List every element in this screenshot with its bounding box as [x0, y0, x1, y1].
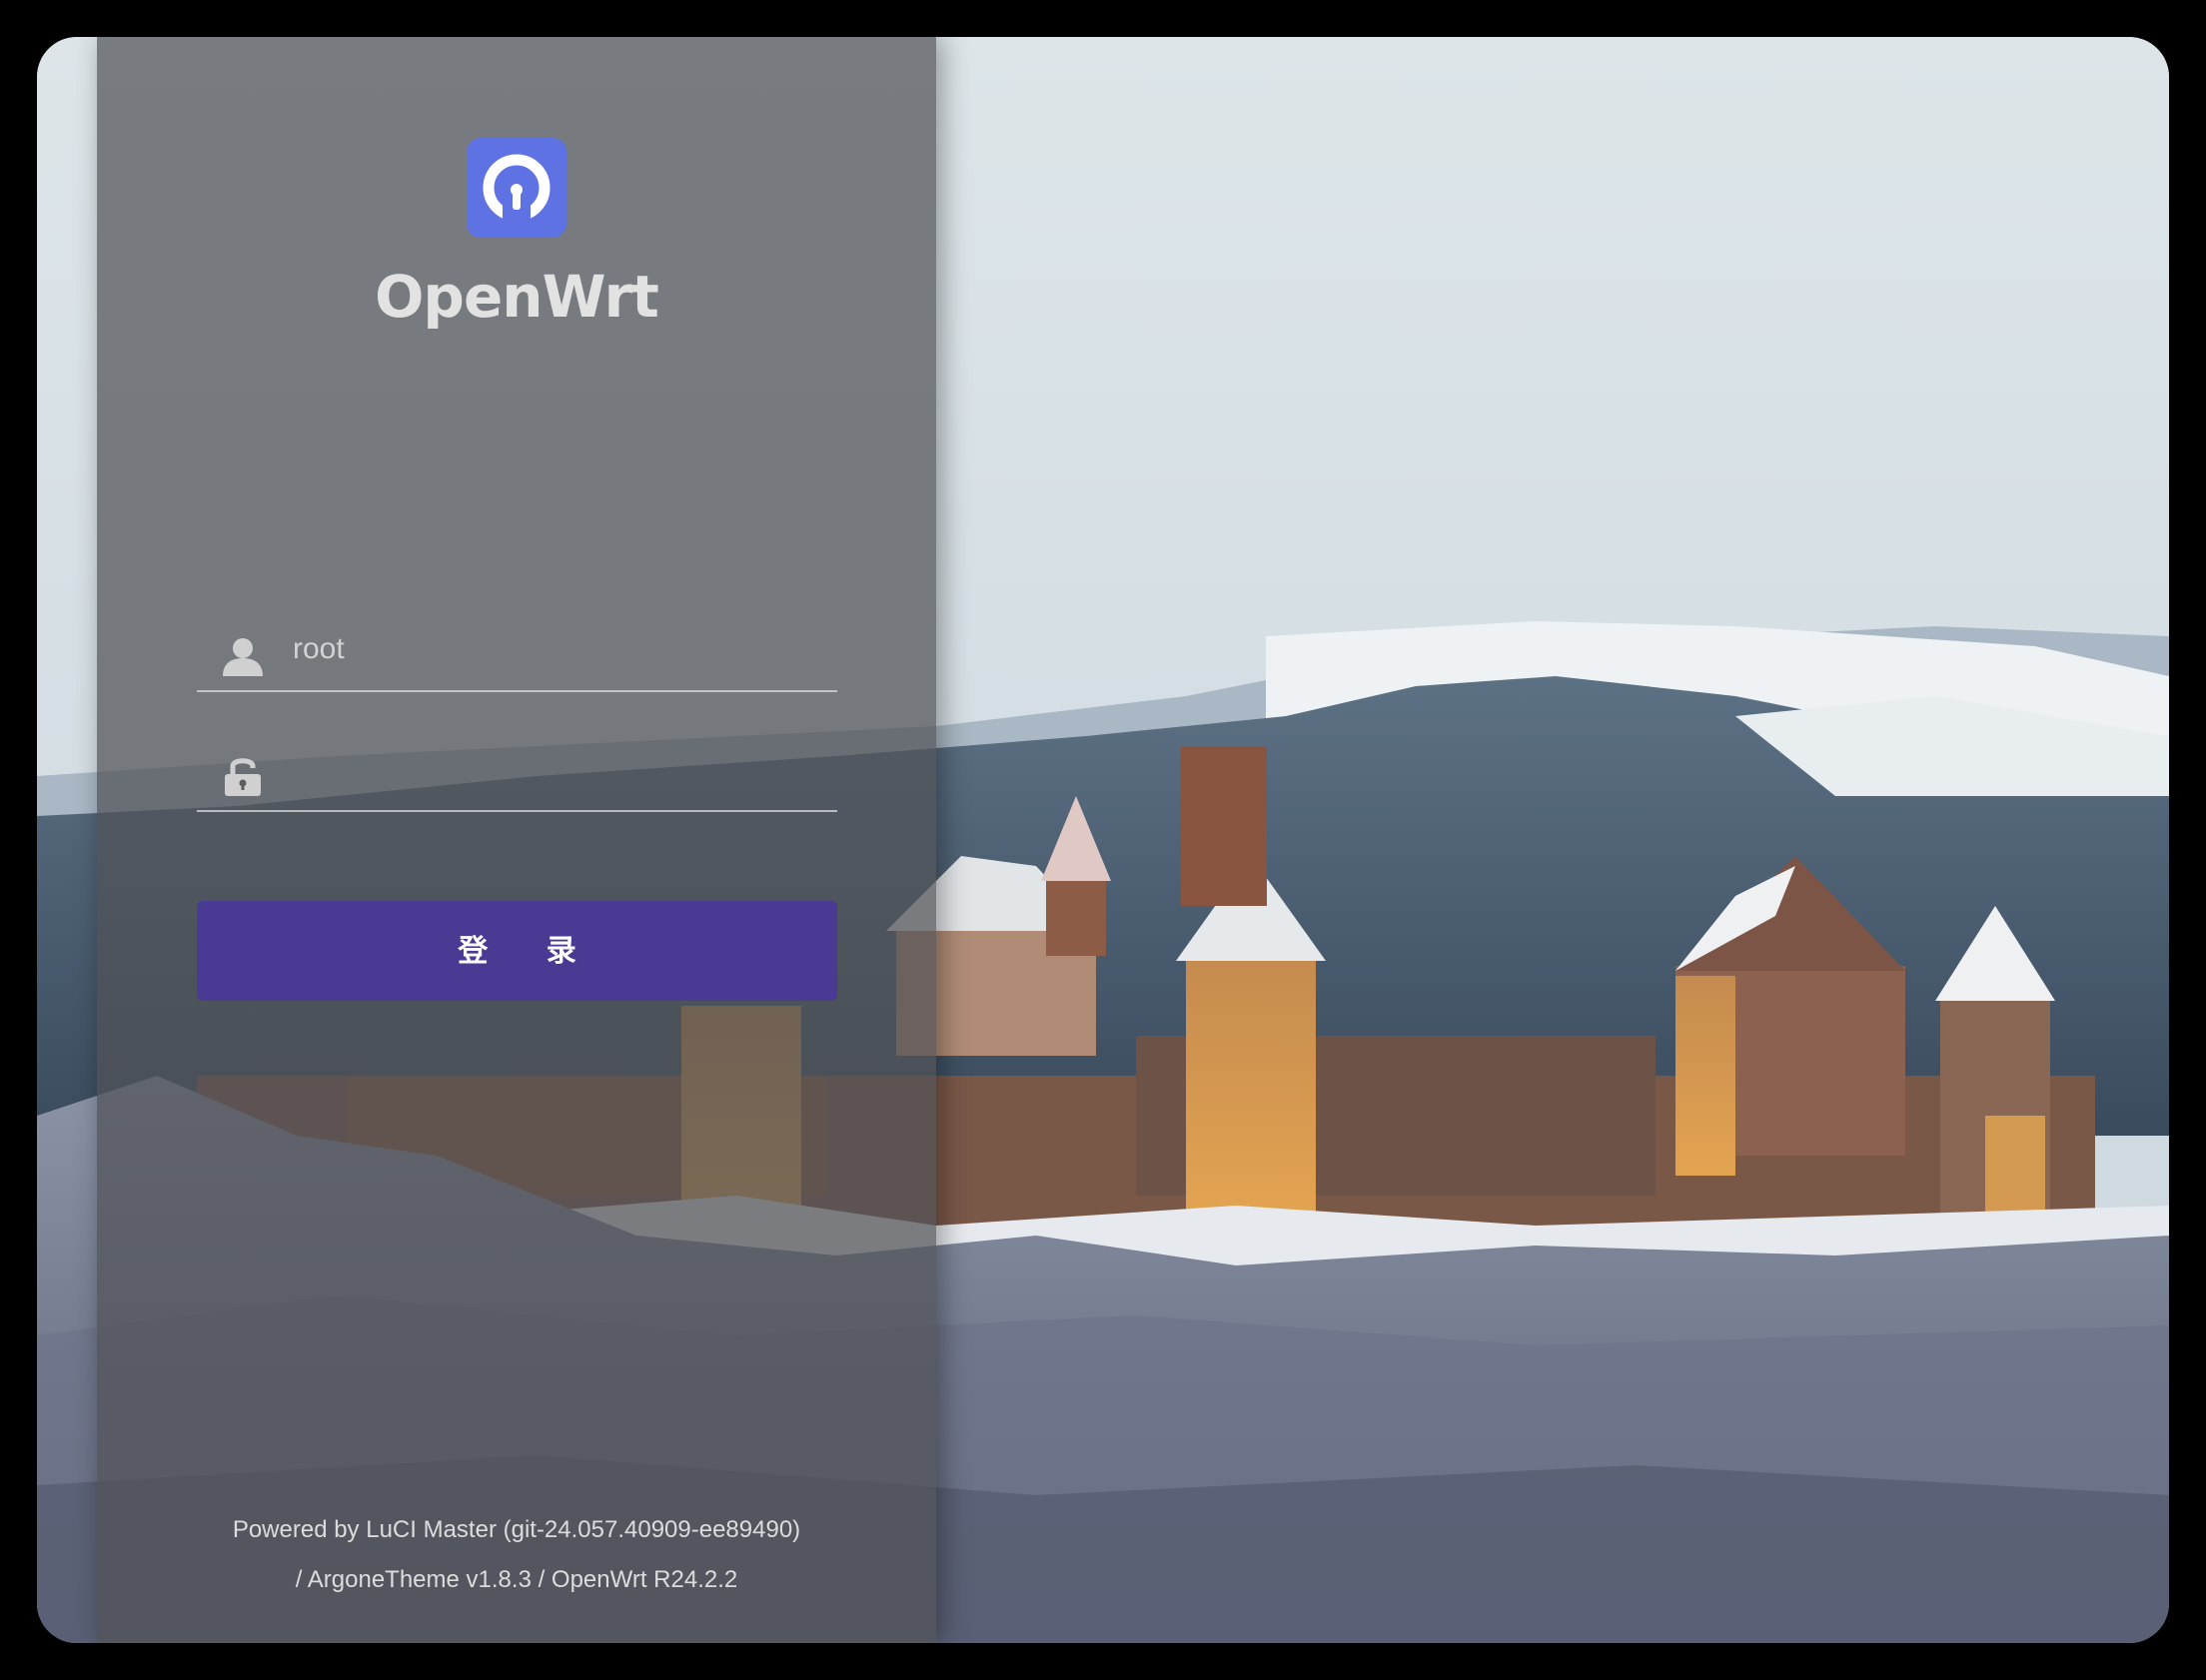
- lock-icon: [221, 754, 265, 798]
- password-input[interactable]: [293, 748, 816, 802]
- username-value[interactable]: root: [293, 632, 345, 666]
- username-field[interactable]: root: [197, 620, 837, 692]
- login-panel: OpenWrt root 登 录 Powered by LuCI Master …: [97, 37, 936, 1643]
- password-field[interactable]: [197, 740, 837, 812]
- browser-window: OpenWrt root 登 录 Powered by LuCI Master …: [37, 37, 2169, 1643]
- user-icon: [221, 634, 265, 678]
- openwrt-logo-icon: [467, 138, 566, 238]
- brand-name: OpenWrt: [375, 263, 659, 331]
- footer-version-line-2: / ArgoneTheme v1.8.3 / OpenWrt R24.2.2: [295, 1566, 738, 1593]
- login-button[interactable]: 登 录: [197, 901, 837, 1001]
- footer-version-line-1: Powered by LuCI Master (git-24.057.40909…: [232, 1516, 801, 1543]
